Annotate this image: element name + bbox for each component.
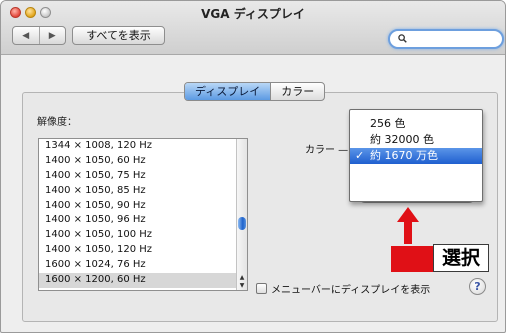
resolution-item[interactable]: 1600 × 1024, 76 Hz xyxy=(39,258,237,273)
red-arrow-head-icon xyxy=(397,207,419,222)
resolution-item[interactable]: 1400 × 1050, 60 Hz xyxy=(39,154,237,169)
search-field[interactable] xyxy=(388,29,504,49)
color-label: カラー — xyxy=(305,145,349,156)
checkmark-icon: ✓ xyxy=(355,149,365,162)
show-in-menubar-label: メニューバーにディスプレイを表示 xyxy=(271,284,431,296)
color-option-256[interactable]: 256 色 xyxy=(350,116,482,132)
resolution-item[interactable]: 1400 × 1050, 120 Hz xyxy=(39,243,237,258)
resolution-items: 1344 × 1008, 120 Hz 1400 × 1050, 60 Hz 1… xyxy=(39,139,237,288)
resolution-scrollbar[interactable]: ▲ ▼ xyxy=(236,139,247,290)
scroll-thumb[interactable] xyxy=(238,217,246,230)
back-button[interactable]: ◀ xyxy=(13,27,39,44)
color-depth-popup-menu[interactable]: 256 色 約 32000 色 ✓ 約 1670 万色 xyxy=(349,109,483,202)
color-option-32000[interactable]: 約 32000 色 xyxy=(350,132,482,148)
preferences-content: ディスプレイ カラー 解像度： 1344 × 1008, 120 Hz 1400… xyxy=(1,56,505,332)
search-icon xyxy=(398,34,407,43)
tab-display[interactable]: ディスプレイ xyxy=(185,83,271,100)
show-in-menubar-checkbox[interactable] xyxy=(256,282,267,294)
show-all-button[interactable]: すべてを表示 xyxy=(72,26,165,45)
callout-red-block xyxy=(391,246,434,272)
tab-bar: ディスプレイ カラー xyxy=(184,82,326,101)
resolution-item[interactable]: 1400 × 1050, 90 Hz xyxy=(39,199,237,214)
color-option-label: 約 1670 万色 xyxy=(370,149,438,162)
tab-color[interactable]: カラー xyxy=(270,83,324,100)
resolution-item[interactable]: 1400 × 1050, 100 Hz xyxy=(39,228,237,243)
resolution-item[interactable]: 1400 × 1050, 75 Hz xyxy=(39,169,237,184)
show-in-menubar-option[interactable]: メニューバーにディスプレイを表示 xyxy=(256,281,431,296)
resolution-item[interactable]: 1400 × 1050, 85 Hz xyxy=(39,184,237,199)
system-preferences-window: VGA ディスプレイ ◀ ▶ すべてを表示 ディスプレイ カラー 解像度： 13… xyxy=(0,0,506,333)
back-arrow-icon: ◀ xyxy=(22,30,30,41)
resolution-item[interactable]: 1400 × 1050, 96 Hz xyxy=(39,213,237,228)
resolution-item[interactable]: 1344 × 1008, 120 Hz xyxy=(39,139,237,154)
navigation-group: ◀ ▶ xyxy=(12,26,66,45)
resolution-item-selected[interactable]: 1600 × 1200, 60 Hz xyxy=(39,273,237,288)
resolution-list[interactable]: 1344 × 1008, 120 Hz 1400 × 1050, 60 Hz 1… xyxy=(38,138,248,291)
select-callout-label: 選択 xyxy=(433,244,489,272)
red-arrow-shaft xyxy=(404,221,412,244)
window-title: VGA ディスプレイ xyxy=(201,7,305,21)
scroll-down-arrow-icon[interactable]: ▼ xyxy=(238,282,246,290)
forward-button[interactable]: ▶ xyxy=(38,27,66,44)
forward-arrow-icon: ▶ xyxy=(48,30,56,41)
title-bar: VGA ディスプレイ ◀ ▶ すべてを表示 xyxy=(1,1,505,55)
help-button[interactable]: ? xyxy=(469,278,486,295)
resolution-label: 解像度： xyxy=(37,117,77,128)
color-option-16-7-million[interactable]: ✓ 約 1670 万色 xyxy=(350,148,482,164)
scroll-up-arrow-icon[interactable]: ▲ xyxy=(238,274,246,282)
